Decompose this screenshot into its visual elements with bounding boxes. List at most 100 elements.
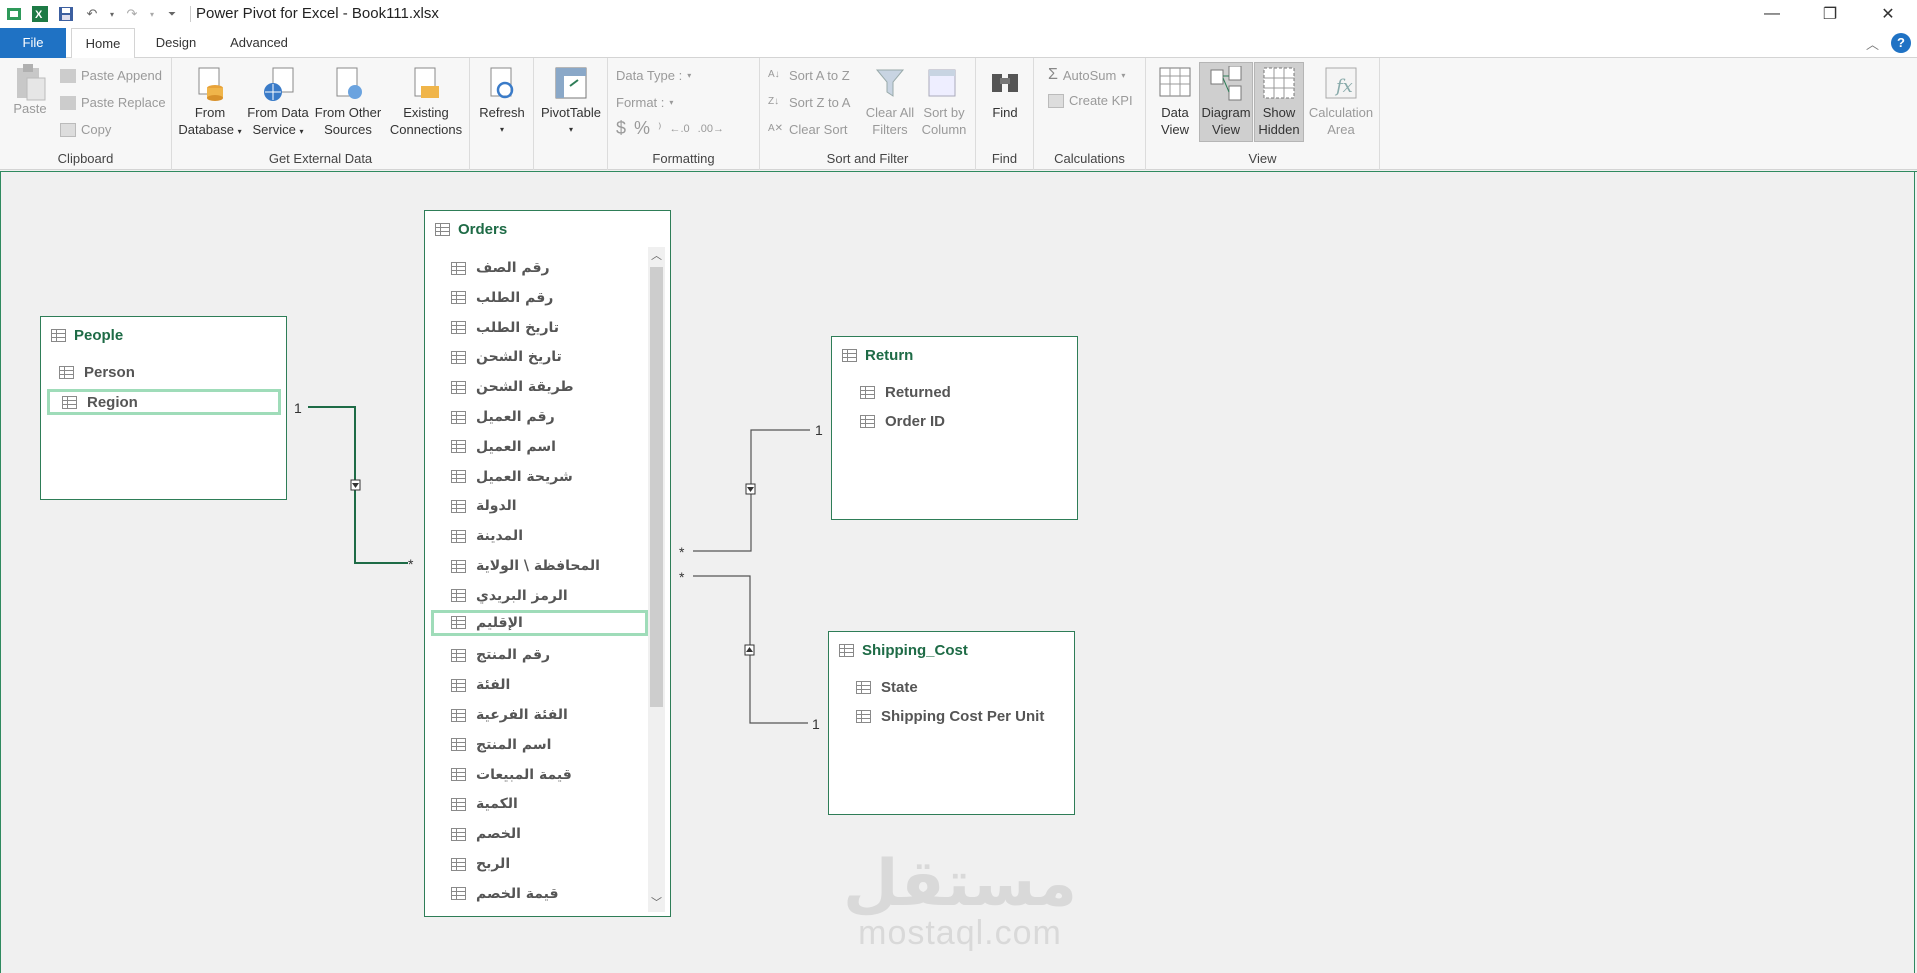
- shipping-one-marker: 1: [812, 716, 820, 732]
- orders-column[interactable]: الكمية: [451, 791, 518, 817]
- orders-column[interactable]: الفئة الفرعية: [451, 702, 568, 728]
- column-icon: [451, 827, 466, 841]
- column-label: تاريخ الشحن: [476, 349, 562, 366]
- column-label: Person: [84, 363, 135, 381]
- people-one-marker: 1: [294, 400, 302, 416]
- return-table-header[interactable]: Return: [842, 347, 913, 364]
- watermark: مستقل mostaql.com: [840, 852, 1080, 950]
- column-label: رقم العميل: [476, 409, 555, 425]
- column-icon: [451, 321, 466, 335]
- scroll-up-icon[interactable]: ︿: [648, 247, 665, 265]
- column-label: اسم العميل: [476, 438, 556, 455]
- column-icon: [451, 291, 466, 305]
- shipping-cost-table[interactable]: Shipping_Cost State Shipping Cost Per Un…: [828, 631, 1075, 815]
- people-table[interactable]: People Person Region: [40, 316, 287, 500]
- orders-scrollbar[interactable]: ︿ ﹀: [648, 247, 665, 912]
- column-label: الرمز البريدي: [476, 587, 568, 604]
- column-label: شريحة العميل: [476, 468, 573, 485]
- column-label: تاريخ الطلب: [476, 319, 560, 336]
- column-label: الدولة: [476, 498, 517, 515]
- orders-return-relationship[interactable]: [693, 429, 810, 552]
- column-label: قيمة المبيعات: [476, 766, 572, 783]
- column-shipping-cost-per-unit[interactable]: Shipping Cost Per Unit: [856, 703, 1044, 729]
- scroll-down-icon[interactable]: ﹀: [648, 894, 665, 912]
- orders-column[interactable]: الإقليم: [431, 609, 648, 636]
- orders-column[interactable]: الفئة: [451, 672, 510, 698]
- column-icon: [451, 499, 466, 513]
- scroll-thumb[interactable]: [650, 267, 663, 707]
- column-label: Region: [87, 393, 138, 411]
- column-icon: [451, 470, 466, 484]
- column-order-id[interactable]: Order ID: [860, 408, 945, 434]
- table-icon: [839, 644, 854, 657]
- orders-column[interactable]: المدينة: [451, 523, 523, 549]
- column-icon: [451, 529, 466, 543]
- watermark-latin: mostaql.com: [858, 914, 1062, 952]
- column-person[interactable]: Person: [59, 359, 135, 385]
- orders-column[interactable]: رقم الطلب: [451, 285, 553, 311]
- orders-column[interactable]: تاريخ الطلب: [451, 315, 559, 341]
- column-icon: [856, 709, 871, 723]
- column-icon: [856, 680, 871, 694]
- orders-column[interactable]: اسم العميل: [451, 434, 556, 460]
- column-icon: [451, 797, 466, 811]
- orders-column[interactable]: رقم العميل: [451, 404, 555, 430]
- orders-column[interactable]: رقم المنتج: [451, 642, 550, 668]
- orders-column[interactable]: قيمة الخصم: [451, 881, 559, 907]
- orders-column[interactable]: رقم الصف: [451, 255, 550, 281]
- column-icon: [451, 261, 466, 275]
- orders-column[interactable]: الخصم: [451, 821, 521, 847]
- orders-table-header[interactable]: Orders: [435, 221, 507, 238]
- orders-column[interactable]: اسم المنتج: [451, 732, 551, 758]
- return-table-title: Return: [865, 347, 914, 364]
- column-label: الخصم: [476, 826, 521, 843]
- orders-column[interactable]: الدولة: [451, 493, 517, 519]
- column-icon: [451, 708, 466, 722]
- column-label: المدينة: [476, 528, 523, 545]
- orders-column[interactable]: طريقة الشحن: [451, 374, 574, 400]
- column-label: طريقة الشحن: [476, 379, 574, 396]
- column-icon: [62, 395, 77, 409]
- orders-table[interactable]: Orders رقم الصف رقم الطلب تاريخ الطلب تاريخ…: [424, 210, 671, 917]
- column-icon: [451, 857, 466, 871]
- column-label: الفئة الفرعية: [476, 707, 568, 723]
- orders-shipping-relationship[interactable]: [693, 575, 808, 724]
- orders-column[interactable]: تاريخ الشحن: [451, 344, 562, 370]
- column-label: رقم الصف: [476, 260, 550, 276]
- column-icon: [451, 380, 466, 394]
- column-label: الكمية: [476, 796, 518, 813]
- people-table-title: People: [74, 327, 124, 344]
- column-label: Shipping Cost Per Unit: [881, 707, 1045, 725]
- shipping-many-marker: *: [679, 569, 685, 585]
- column-label: Order ID: [885, 412, 946, 430]
- column-icon: [451, 738, 466, 752]
- column-icon: [451, 768, 466, 782]
- column-returned[interactable]: Returned: [860, 379, 951, 405]
- watermark-arabic: مستقل: [842, 847, 1078, 921]
- table-icon: [435, 223, 450, 236]
- return-table[interactable]: Return Returned Order ID: [831, 336, 1078, 520]
- column-icon: [451, 616, 466, 630]
- people-table-header[interactable]: People: [51, 327, 123, 344]
- column-label: اسم المنتج: [476, 736, 552, 753]
- column-icon: [451, 678, 466, 692]
- orders-column[interactable]: قيمة المبيعات: [451, 762, 572, 788]
- shipping-cost-table-header[interactable]: Shipping_Cost: [839, 642, 968, 659]
- column-icon: [451, 350, 466, 364]
- table-icon: [842, 349, 857, 362]
- column-icon: [451, 648, 466, 662]
- column-label: الفئة: [476, 677, 511, 694]
- column-state[interactable]: State: [856, 674, 918, 700]
- column-region[interactable]: Region: [47, 389, 281, 415]
- column-label: قيمة الخصم: [476, 885, 559, 902]
- column-label: State: [881, 678, 918, 696]
- orders-column[interactable]: الربح: [451, 851, 510, 877]
- orders-column[interactable]: الرمز البريدي: [451, 583, 568, 609]
- people-orders-relationship[interactable]: [308, 406, 408, 564]
- column-label: رقم الطلب: [476, 289, 554, 306]
- column-label: الإقليم: [476, 614, 523, 631]
- orders-column[interactable]: المحافظة \ الولاية: [451, 553, 600, 579]
- orders-column[interactable]: شريحة العميل: [451, 464, 573, 490]
- column-label: المحافظة \ الولاية: [476, 558, 600, 574]
- orders-table-title: Orders: [458, 221, 508, 238]
